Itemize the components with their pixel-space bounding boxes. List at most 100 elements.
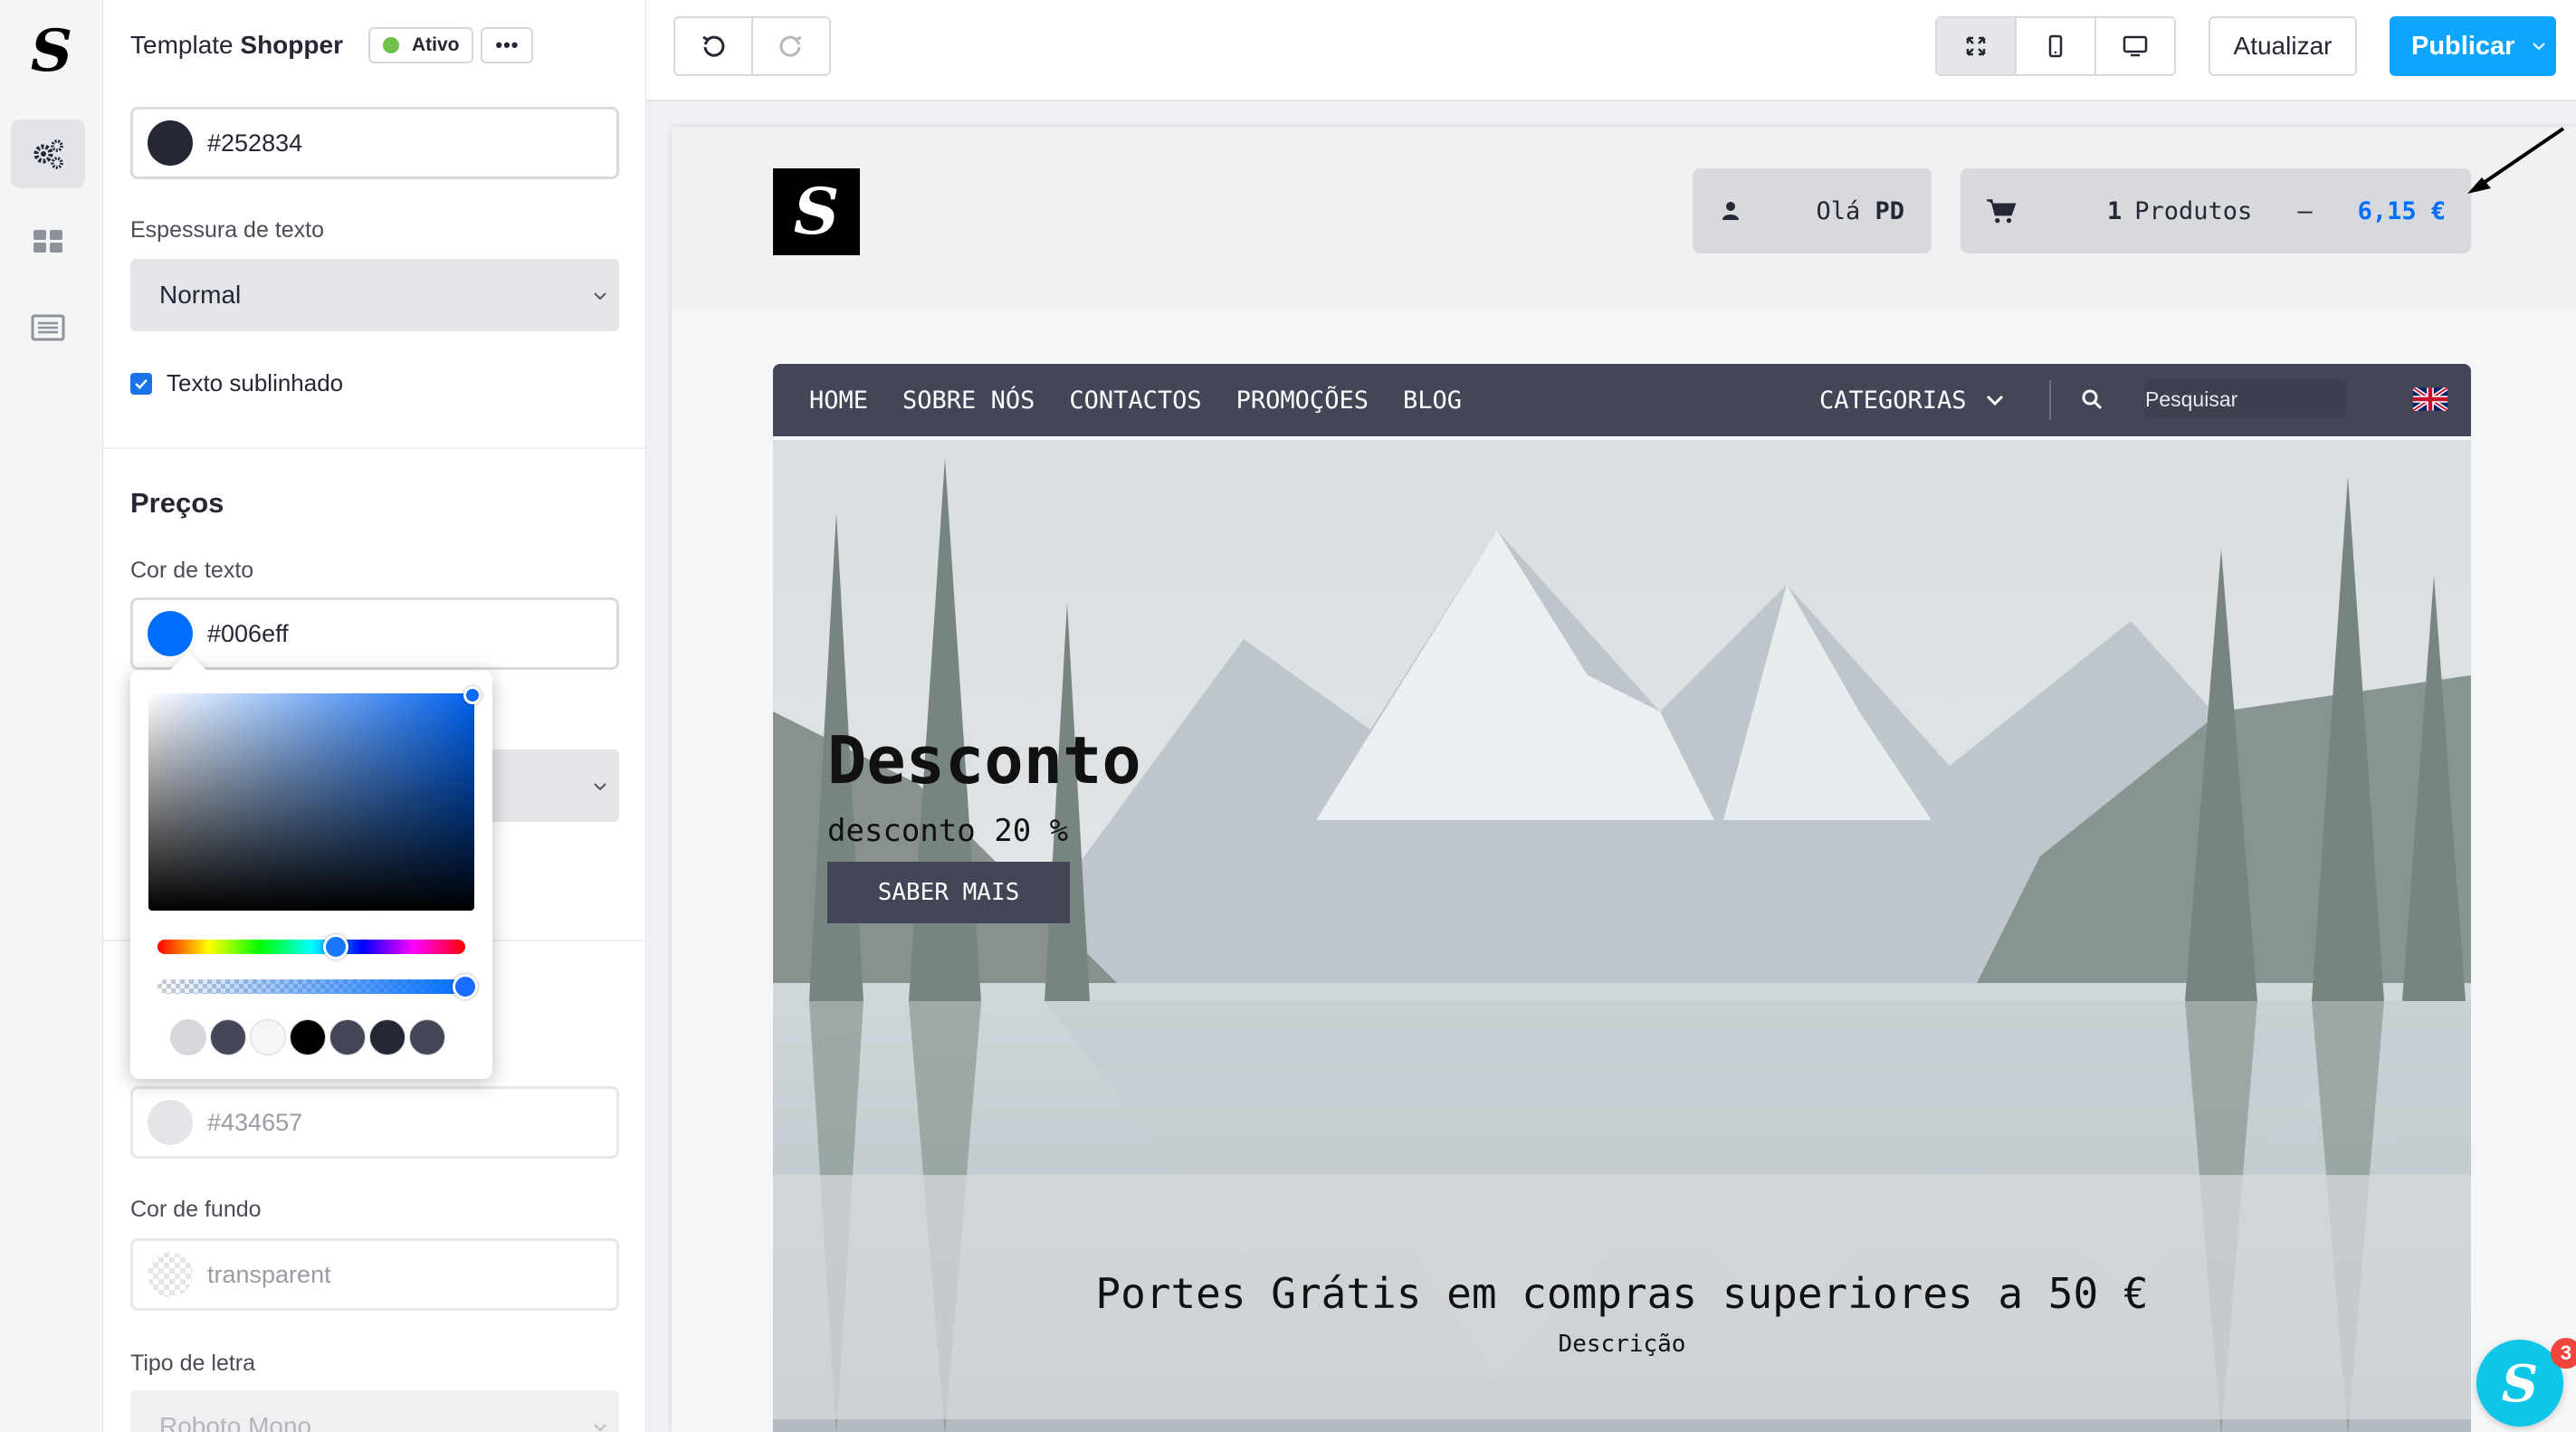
- shipping-description: Descrição: [1558, 1331, 1686, 1358]
- cart-quantity: 1: [2107, 196, 2123, 225]
- nav-categories-dropdown[interactable]: CATEGORIAS: [1819, 364, 2007, 436]
- underline-label: Texto sublinhado: [167, 369, 344, 396]
- redo-button[interactable]: [753, 18, 829, 74]
- mobile-view-button[interactable]: [2015, 18, 2094, 74]
- saturation-value-area[interactable]: [148, 693, 474, 911]
- panel-header: Template Shopper Ativo •••: [103, 0, 645, 91]
- alpha-slider[interactable]: [157, 979, 465, 994]
- desktop-icon: [2123, 35, 2148, 57]
- search-icon[interactable]: [2080, 387, 2104, 411]
- rail-pages-button[interactable]: [11, 293, 85, 362]
- cart-label: Produtos: [2134, 196, 2253, 225]
- device-switcher: [1935, 16, 2176, 76]
- chat-notification-badge: 3: [2551, 1338, 2576, 1369]
- account-button[interactable]: Olá PD: [1693, 168, 1932, 253]
- desktop-view-button[interactable]: [2094, 18, 2174, 74]
- app-root: S Template Shopper Ativo ••• #252834 Esp…: [0, 0, 2576, 1432]
- color-value: #434657: [207, 1108, 303, 1136]
- update-button[interactable]: Atualizar: [2209, 16, 2357, 76]
- gears-icon: [33, 139, 63, 169]
- section-divider: [103, 447, 645, 449]
- font-family-select[interactable]: Roboto Mono: [130, 1390, 619, 1432]
- hue-slider[interactable]: [157, 940, 465, 954]
- annotation-arrow-icon: [2467, 127, 2565, 194]
- redo-icon: [779, 35, 802, 57]
- alpha-slider-handle[interactable]: [453, 974, 478, 999]
- background-color-label: Cor de fundo: [130, 1197, 262, 1222]
- more-options-button[interactable]: •••: [481, 27, 534, 63]
- price-color-label: Cor de texto: [130, 558, 254, 583]
- publish-button[interactable]: Publicar: [2390, 16, 2556, 76]
- chevron-down-icon: [594, 783, 606, 791]
- undo-button[interactable]: [675, 18, 753, 74]
- search-input[interactable]: Pesquisar: [2145, 379, 2347, 419]
- rail-settings-button[interactable]: [11, 119, 85, 188]
- nav-separator: [2049, 380, 2051, 420]
- hero-cta-button[interactable]: SABER MAIS: [827, 862, 1070, 923]
- font-family-label: Tipo de letra: [130, 1351, 256, 1376]
- fullscreen-view-button[interactable]: [1937, 18, 2015, 74]
- site-logo[interactable]: S: [773, 168, 860, 255]
- select-value: Normal: [159, 281, 242, 309]
- hue-slider-handle[interactable]: [323, 934, 349, 959]
- status-label: Ativo: [411, 34, 460, 55]
- saturation-handle[interactable]: [463, 686, 482, 704]
- site-search[interactable]: Pesquisar: [2073, 375, 2364, 424]
- grid-icon: [33, 230, 62, 253]
- color-picker-popup: [130, 670, 492, 1079]
- preset-swatch[interactable]: [210, 1019, 246, 1055]
- nav-promotions[interactable]: PROMOÇÕES: [1236, 387, 1369, 415]
- history-group: [673, 16, 831, 76]
- shipping-title: Portes Grátis em compras superiores a 50…: [1095, 1269, 2149, 1318]
- nav-contacts[interactable]: CONTACTOS: [1069, 387, 1201, 415]
- underline-checkbox[interactable]: [130, 372, 152, 395]
- shopkit-logo-icon: S: [2502, 1356, 2538, 1410]
- color-value: #252834: [207, 129, 303, 157]
- preset-swatch[interactable]: [170, 1019, 206, 1055]
- check-icon: [135, 378, 148, 389]
- color-swatch[interactable]: [148, 611, 193, 656]
- preset-swatch[interactable]: [409, 1019, 445, 1055]
- secondary-color-field[interactable]: #434657: [130, 1086, 619, 1159]
- chevron-down-icon: [594, 292, 606, 301]
- svg-text:S: S: [31, 22, 72, 81]
- nav-home[interactable]: HOME: [809, 387, 868, 415]
- chevron-down-icon: [1986, 395, 2003, 406]
- preset-swatch[interactable]: [329, 1019, 366, 1055]
- chevron-down-icon[interactable]: [2531, 38, 2547, 54]
- status-dot-icon: [382, 37, 399, 53]
- text-color-field[interactable]: #252834: [130, 107, 619, 179]
- nav-blog[interactable]: BLOG: [1403, 387, 1462, 415]
- svg-text:S: S: [794, 179, 840, 244]
- list-icon: [31, 314, 65, 341]
- rail-layout-button[interactable]: [11, 206, 85, 275]
- text-weight-label: Espessura de texto: [130, 217, 325, 243]
- template-title: Template Shopper: [130, 31, 343, 59]
- cart-separator: –: [2297, 196, 2313, 225]
- uk-flag-icon[interactable]: [2413, 387, 2447, 411]
- background-color-field[interactable]: transparent: [130, 1238, 619, 1311]
- preset-swatch[interactable]: [290, 1019, 326, 1055]
- transparent-swatch[interactable]: [148, 1252, 193, 1297]
- color-swatch[interactable]: [148, 1100, 193, 1145]
- nav-about[interactable]: SOBRE NÓS: [902, 387, 1035, 415]
- price-color-field[interactable]: #006eff: [130, 597, 619, 670]
- app-logo[interactable]: S: [14, 14, 89, 89]
- site-navbar: HOME SOBRE NÓS CONTACTOS PROMOÇÕES BLOG …: [773, 364, 2471, 436]
- shopkit-logo-icon: S: [794, 179, 840, 244]
- color-value: transparent: [207, 1260, 331, 1288]
- preset-swatches: [170, 1019, 445, 1055]
- user-icon: [1722, 202, 1739, 220]
- undo-icon: [702, 35, 725, 57]
- status-badge[interactable]: Ativo: [367, 27, 474, 63]
- text-weight-select[interactable]: Normal: [130, 259, 619, 331]
- underline-checkbox-row[interactable]: Texto sublinhado: [130, 369, 343, 397]
- cart-button[interactable]: 1 Produtos – 6,15 €: [1961, 168, 2471, 253]
- preset-swatch[interactable]: [369, 1019, 405, 1055]
- account-greeting: Olá PD: [1816, 196, 1904, 225]
- preset-swatch[interactable]: [250, 1019, 286, 1055]
- color-value: #006eff: [207, 619, 289, 647]
- cart-icon: [1987, 199, 2017, 224]
- select-value: Roboto Mono: [159, 1412, 312, 1432]
- color-swatch[interactable]: [148, 120, 193, 166]
